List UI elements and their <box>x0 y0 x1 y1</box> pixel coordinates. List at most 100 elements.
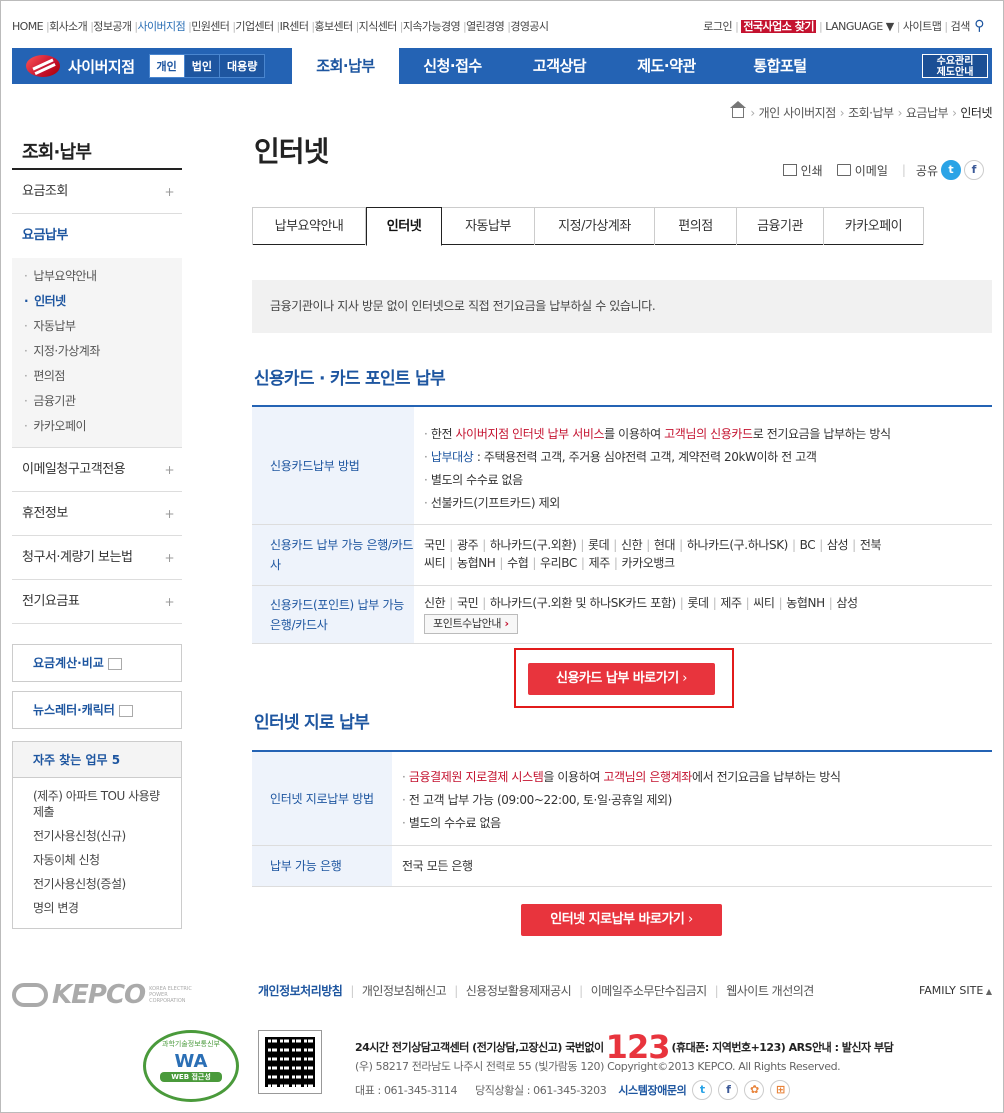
submenu-bank[interactable]: 금융기관 <box>24 389 182 414</box>
sidebar-item-bill-payment[interactable]: 요금납부 <box>12 214 182 258</box>
twitter-icon[interactable]: t <box>941 160 961 180</box>
home-icon[interactable] <box>730 101 747 118</box>
point-guide-button[interactable]: 포인트수납안내 <box>424 614 518 634</box>
footer-link-email[interactable]: 이메일주소무단수집금지 <box>591 984 707 998</box>
web-accessibility-mark: 과학기술정보통신부 WA WEB 접근성 <box>143 1030 239 1102</box>
search-button[interactable]: 검색 ⚲ <box>951 18 985 34</box>
rate-calc-button[interactable]: 요금계산·비교 <box>12 644 182 682</box>
system-error-link[interactable]: 시스템장애문의 <box>618 1082 686 1098</box>
util-link-cyber[interactable]: 사이버지점 <box>138 20 186 33</box>
gnb-consult[interactable]: 고객상담 <box>506 48 613 84</box>
crumb-payment[interactable]: 요금납부 <box>906 106 949 120</box>
fav-item[interactable]: 명의 변경 <box>33 896 169 920</box>
find-office-button[interactable]: 전국사업소 찾기 <box>741 20 816 33</box>
page-title: 인터넷 <box>254 135 329 168</box>
gnb-terms[interactable]: 제도·약관 <box>613 48 720 84</box>
footer-links: 개인정보처리방침 | 개인정보침해신고 | 신용정보활용제재공시 | 이메일주소무단수집금지… <box>258 984 814 998</box>
sidebar-item-email-bill[interactable]: 이메일청구고객전용 + <box>12 448 182 492</box>
fav-item[interactable]: 자동이체 신청 <box>33 848 169 872</box>
submenu-account[interactable]: 지정·가상계좌 <box>24 339 182 364</box>
util-link-civil[interactable]: 민원센터 <box>191 20 230 33</box>
util-link-sustain[interactable]: 지속가능경영 <box>403 20 461 33</box>
table-row: 신용카드 납부 가능 은행/카드사 국민 | 광주 | 하나카드(구.외환) | 롯데 | 신한… <box>252 525 992 586</box>
gnb-application[interactable]: 신청·접수 <box>399 48 506 84</box>
print-button[interactable]: 인쇄 <box>782 162 823 179</box>
qr-code-icon <box>258 1030 322 1094</box>
newsletter-button[interactable]: 뉴스레터·캐릭터 <box>12 691 182 729</box>
sidebar-item-bill-inquiry[interactable]: 요금조회 + <box>12 170 182 214</box>
language-select[interactable]: LANGUAGE ▼ <box>825 20 894 33</box>
rss-icon[interactable]: ⊞ <box>770 1080 791 1100</box>
footer-link-report[interactable]: 개인정보침해신고 <box>362 984 447 998</box>
brand: 사이버지점 개인 법인 대용량 <box>12 48 292 84</box>
tab-kakaopay[interactable]: 카카오페이 <box>824 207 924 245</box>
sitemap-link[interactable]: 사이트맵 <box>903 20 942 33</box>
utility-bar: HOME |회사소개 |정보공개 |사이버지점 |민원센터 |기업센터 |IR센터 |홍보센터… <box>12 18 992 36</box>
util-link-disclosure[interactable]: 경영공시 <box>510 20 549 33</box>
td-card-method: 한전 사이버지점 인터넷 납부 서비스를 이용하여 고객님의 신용카드로 전기요… <box>414 407 901 524</box>
util-link-knowledge[interactable]: 지식센터 <box>359 20 398 33</box>
util-link-pr[interactable]: 홍보센터 <box>314 20 353 33</box>
util-link-company[interactable]: 회사소개 <box>49 20 88 33</box>
submenu-auto[interactable]: 자동납부 <box>24 314 182 339</box>
submenu-kakaopay[interactable]: 카카오페이 <box>24 414 182 439</box>
util-link-home[interactable]: HOME <box>12 20 44 33</box>
submenu-store[interactable]: 편의점 <box>24 364 182 389</box>
sidebar-item-outage[interactable]: 휴전정보 + <box>12 492 182 536</box>
brand-title[interactable]: 사이버지점 <box>68 56 135 77</box>
giro-payment-go-button[interactable]: 인터넷 지로납부 바로가기 <box>521 904 722 936</box>
submenu-summary[interactable]: 납부요약안내 <box>24 264 182 289</box>
util-link-open[interactable]: 열린경영 <box>466 20 505 33</box>
tab-store[interactable]: 편의점 <box>655 207 737 245</box>
utility-right: 로그인 | 전국사업소 찾기 | LANGUAGE ▼ | 사이트맵 | 검색 ⚲ <box>703 18 984 34</box>
segment-personal[interactable]: 개인 <box>149 55 185 77</box>
submenu-internet[interactable]: 인터넷 <box>24 289 182 314</box>
fav-item[interactable]: (제주) 아파트 TOU 사용량 제출 <box>33 784 169 824</box>
table-row: 인터넷 지로납부 방법 금융결제원 지로결제 시스템을 이용하여 고객님의 은행… <box>252 752 992 846</box>
mail-icon <box>836 164 851 176</box>
demand-mgmt-button[interactable]: 수요관리 제도안내 <box>922 54 988 78</box>
footer: KEPCO KOREA ELECTRIC POWER CORPORATION 개… <box>0 970 1004 1110</box>
calculator-icon <box>107 657 122 670</box>
segment-large[interactable]: 대용량 <box>220 55 265 77</box>
breadcrumb: › 개인 사이버지점 › 조회·납부 › 요금납부 › 인터넷 <box>730 101 992 121</box>
segment-corporate[interactable]: 법인 <box>184 55 221 77</box>
facebook-icon[interactable]: f <box>964 160 984 180</box>
crumb-inquiry[interactable]: 조회·납부 <box>848 106 894 120</box>
kepco-footer-logo: KEPCO KOREA ELECTRIC POWER CORPORATION <box>12 980 202 1010</box>
util-link-biz[interactable]: 기업센터 <box>235 20 274 33</box>
print-icon <box>782 164 797 176</box>
fav-item[interactable]: 전기사용신청(신규) <box>33 824 169 848</box>
login-link[interactable]: 로그인 <box>703 20 732 33</box>
gnb-portal[interactable]: 통합포털 <box>720 48 840 84</box>
sidebar-item-bill-meter[interactable]: 청구서·계량기 보는법 + <box>12 536 182 580</box>
footer-link-feedback[interactable]: 웹사이트 개선의견 <box>726 984 814 998</box>
tab-bank[interactable]: 금융기관 <box>737 207 824 245</box>
tab-summary[interactable]: 납부요약안내 <box>252 207 366 245</box>
facebook-icon[interactable]: f <box>718 1080 739 1100</box>
sidebar-item-rate-table[interactable]: 전기요금표 + <box>12 580 182 624</box>
crumb-cyber[interactable]: 개인 사이버지점 <box>759 106 837 120</box>
util-link-info[interactable]: 정보공개 <box>93 20 132 33</box>
fav-item[interactable]: 전기사용신청(증설) <box>33 872 169 896</box>
plus-icon: + <box>164 551 174 565</box>
footer-link-privacy[interactable]: 개인정보처리방침 <box>258 984 343 998</box>
table-row: 납부 가능 은행 전국 모든 은행 <box>252 846 992 887</box>
main-content: 인터넷 인쇄 이메일 | 공유 t f 납부요약안내 인터넷 자동납부 지정/가상… <box>252 130 992 970</box>
blog-icon[interactable]: ✿ <box>744 1080 765 1100</box>
th-card-method: 신용카드납부 방법 <box>252 407 414 524</box>
footer-link-credit[interactable]: 신용정보활용제재공시 <box>466 984 572 998</box>
tab-internet[interactable]: 인터넷 <box>366 207 442 246</box>
gnb-inquiry-payment[interactable]: 조회·납부 <box>292 48 399 84</box>
util-link-ir[interactable]: IR센터 <box>280 20 309 33</box>
share-label: | 공유 <box>901 163 938 178</box>
footer-address: (우) 58217 전라남도 나주시 전력로 55 (빛가람동 120) Cop… <box>355 1060 841 1073</box>
gnb-menu: 조회·납부 신청·접수 고객상담 제도·약관 통합포털 <box>292 48 840 84</box>
tab-account[interactable]: 지정/가상계좌 <box>535 207 655 245</box>
family-site-select[interactable]: FAMILY SITE <box>919 984 992 997</box>
card-payment-go-button[interactable]: 신용카드 납부 바로가기 <box>528 663 715 695</box>
td-giro-banks: 전국 모든 은행 <box>402 859 473 873</box>
tab-auto[interactable]: 자동납부 <box>442 207 535 245</box>
twitter-icon[interactable]: t <box>692 1080 713 1100</box>
email-button[interactable]: 이메일 <box>836 162 888 179</box>
